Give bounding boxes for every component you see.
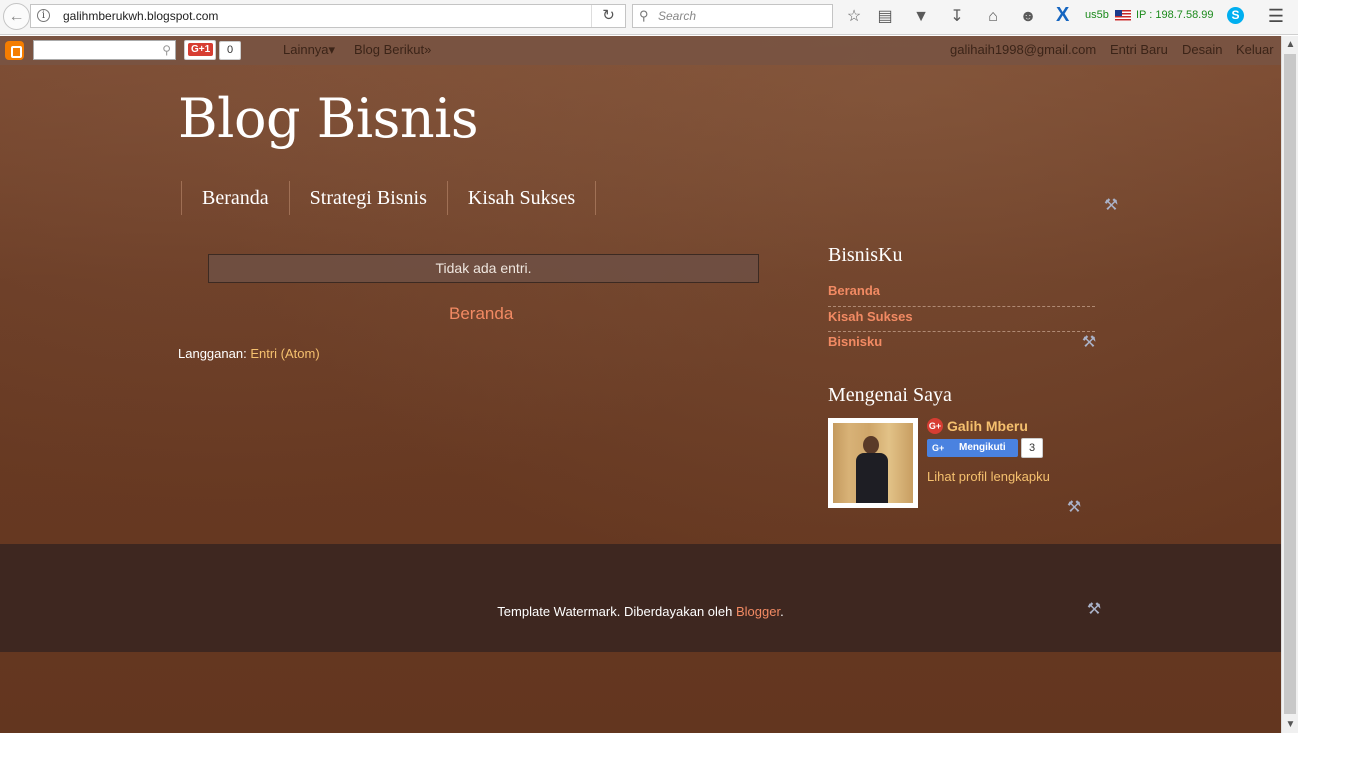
home-link[interactable]: Beranda bbox=[449, 304, 513, 324]
gplus-count: 0 bbox=[219, 41, 241, 60]
user-email[interactable]: galihaih1998@gmail.com bbox=[950, 42, 1096, 57]
profile-name[interactable]: Galih Mberu bbox=[947, 418, 1028, 434]
reload-icon[interactable]: ↻ bbox=[591, 5, 625, 27]
follow-label: Mengikuti bbox=[959, 442, 1006, 453]
subscribe-line: Langganan: Entri (Atom) bbox=[178, 346, 320, 361]
new-post-link[interactable]: Entri Baru bbox=[1110, 42, 1168, 57]
blogger-logo-icon[interactable] bbox=[5, 41, 24, 60]
skype-icon[interactable]: S bbox=[1227, 7, 1244, 24]
home-icon[interactable]: ⌂ bbox=[982, 6, 1004, 28]
profile-photo[interactable] bbox=[828, 418, 918, 508]
scroll-thumb[interactable] bbox=[1284, 54, 1296, 714]
tab-kisah-sukses[interactable]: Kisah Sukses bbox=[448, 181, 597, 215]
navbar-search-input[interactable]: ⚲ bbox=[33, 40, 176, 60]
next-blog-link[interactable]: Blog Berikut» bbox=[354, 42, 431, 57]
bisnisku-title: BisnisKu bbox=[828, 244, 903, 266]
search-placeholder: Search bbox=[658, 9, 697, 23]
chat-icon[interactable]: ☻ bbox=[1017, 6, 1039, 28]
browser-toolbar: ← i galihmberukwh.blogspot.com ↻ ⚲ Searc… bbox=[0, 0, 1298, 35]
list-item-bisnisku[interactable]: Bisnisku bbox=[828, 332, 1095, 358]
design-link[interactable]: Desain bbox=[1182, 42, 1222, 57]
gplus-one-button[interactable]: G+1 bbox=[184, 40, 216, 60]
about-me-title: Mengenai Saya bbox=[828, 384, 952, 406]
ip-label[interactable]: IP : 198.7.58.99 bbox=[1136, 9, 1213, 21]
subscribe-label: Langganan: bbox=[178, 346, 247, 361]
x-extension-icon[interactable]: X bbox=[1056, 4, 1069, 27]
scroll-up-icon[interactable]: ▲ bbox=[1282, 36, 1299, 53]
search-icon: ⚲ bbox=[639, 8, 649, 23]
full-profile-link[interactable]: Lihat profil lengkapku bbox=[927, 469, 1050, 484]
footer-suffix: . bbox=[780, 604, 784, 619]
blogger-link[interactable]: Blogger bbox=[736, 604, 780, 619]
follow-button[interactable]: G+ Mengikuti bbox=[927, 439, 1018, 457]
scroll-down-icon[interactable]: ▼ bbox=[1282, 716, 1299, 733]
reading-list-icon[interactable]: ▤ bbox=[874, 6, 896, 28]
footer: Template Watermark. Diberdayakan oleh Bl… bbox=[0, 544, 1281, 652]
tab-strategi-bisnis[interactable]: Strategi Bisnis bbox=[290, 181, 448, 215]
gplus-icon: G+ bbox=[932, 443, 945, 453]
list-item-kisah-sukses[interactable]: Kisah Sukses bbox=[828, 307, 1095, 332]
profile-photo-image bbox=[833, 423, 913, 503]
gplus-one-label: G+1 bbox=[188, 43, 214, 56]
list-item-beranda[interactable]: Beranda bbox=[828, 281, 1095, 307]
blog-title[interactable]: Blog Bisnis bbox=[178, 87, 479, 150]
follower-count: 3 bbox=[1021, 438, 1043, 458]
info-icon[interactable]: i bbox=[37, 9, 50, 22]
pocket-icon[interactable]: ▼ bbox=[910, 6, 932, 28]
blog-page: ⚲ G+1 0 Lainnya▾ Blog Berikut» galihaih1… bbox=[0, 36, 1281, 733]
hamburger-menu-icon[interactable]: ☰ bbox=[1266, 7, 1286, 25]
vertical-scrollbar[interactable]: ▲ ▼ bbox=[1281, 36, 1298, 733]
atom-feed-link[interactable]: Entri (Atom) bbox=[250, 346, 319, 361]
blogger-navbar: ⚲ G+1 0 Lainnya▾ Blog Berikut» galihaih1… bbox=[0, 36, 1281, 65]
browser-search-input[interactable]: ⚲ Search bbox=[632, 4, 833, 28]
more-menu-link[interactable]: Lainnya▾ bbox=[283, 42, 335, 58]
address-bar[interactable]: i galihmberukwh.blogspot.com ↻ bbox=[30, 4, 626, 28]
bookmark-star-icon[interactable]: ☆ bbox=[843, 6, 865, 28]
edit-wrench-icon[interactable]: ⚒ bbox=[1102, 197, 1120, 215]
edit-wrench-icon[interactable]: ⚒ bbox=[1065, 499, 1083, 517]
footer-text: Template Watermark. Diberdayakan oleh bbox=[497, 604, 736, 619]
edit-wrench-icon[interactable]: ⚒ bbox=[1080, 334, 1098, 352]
edit-wrench-icon[interactable]: ⚒ bbox=[1085, 601, 1103, 619]
logout-link[interactable]: Keluar bbox=[1236, 42, 1274, 57]
bisnisku-list: Beranda Kisah Sukses Bisnisku bbox=[828, 281, 1095, 358]
page-tabs: Beranda Strategi Bisnis Kisah Sukses bbox=[181, 181, 597, 215]
gplus-icon: G+ bbox=[927, 418, 943, 434]
tab-beranda[interactable]: Beranda bbox=[182, 181, 290, 215]
download-icon[interactable]: ↧ bbox=[946, 6, 968, 28]
no-posts-message: Tidak ada entri. bbox=[208, 254, 759, 283]
extension-label[interactable]: us5b bbox=[1085, 9, 1109, 21]
search-icon[interactable]: ⚲ bbox=[162, 43, 171, 57]
back-button[interactable]: ← bbox=[3, 3, 30, 30]
us-flag-icon bbox=[1115, 10, 1131, 21]
url-text: galihmberukwh.blogspot.com bbox=[63, 9, 219, 23]
